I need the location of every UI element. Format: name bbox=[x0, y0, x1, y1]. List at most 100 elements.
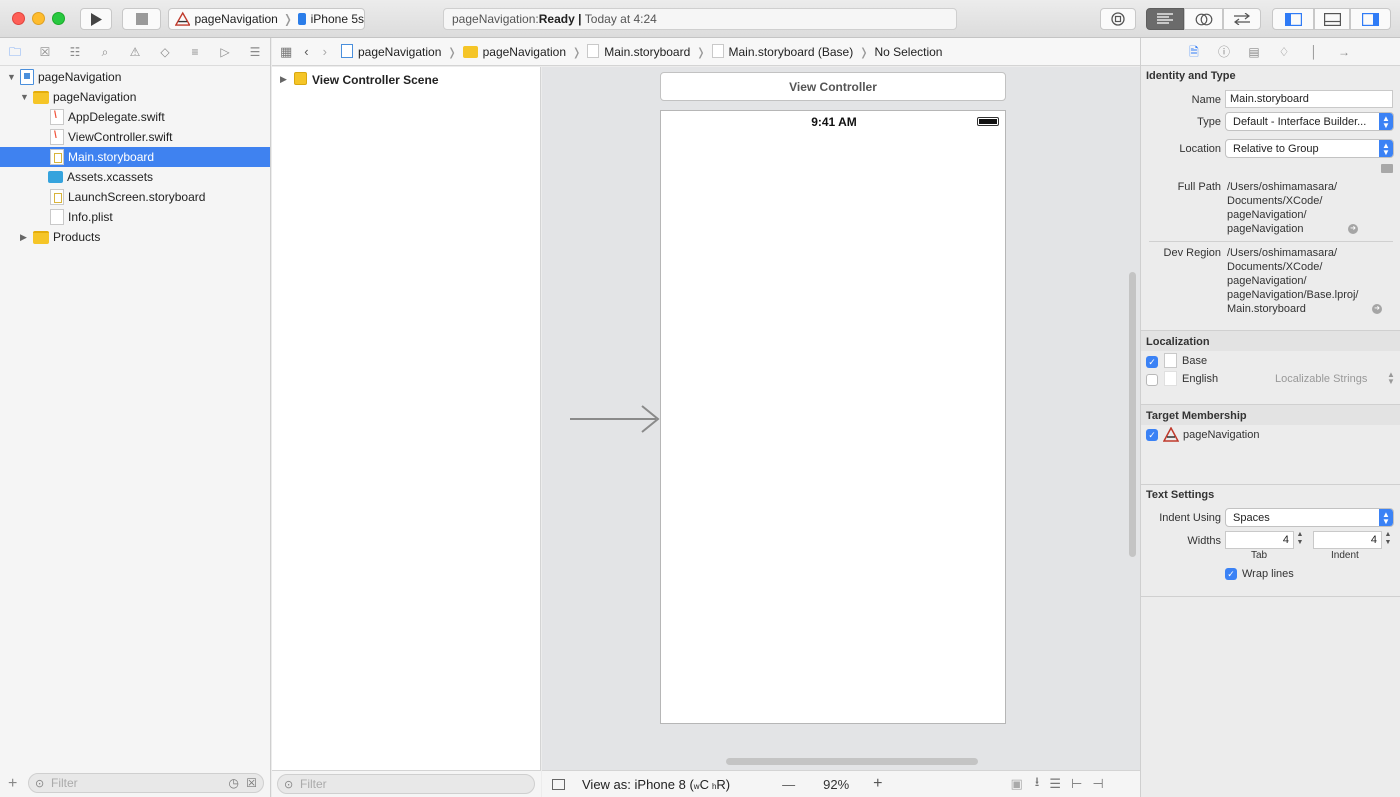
horizontal-scrollbar[interactable] bbox=[726, 758, 978, 765]
choose-folder-icon[interactable] bbox=[1381, 164, 1393, 173]
type-value: Default - Interface Builder... bbox=[1233, 115, 1367, 128]
debug-icon[interactable]: ≡ bbox=[188, 45, 202, 59]
breakpoint-icon[interactable]: ▷ bbox=[218, 45, 232, 59]
pin-icon[interactable]: ⊣ bbox=[1092, 776, 1103, 792]
status-time: Today at 4:24 bbox=[584, 12, 657, 26]
issue-icon[interactable]: ⚠ bbox=[128, 45, 142, 59]
name-field[interactable]: Main.storyboard bbox=[1225, 90, 1393, 108]
type-popup[interactable]: Default - Interface Builder... ▲ ▼ bbox=[1225, 112, 1394, 131]
indent-width-field[interactable]: 4 bbox=[1313, 531, 1382, 549]
tree-item-label: AppDelegate.swift bbox=[68, 110, 165, 124]
forward-icon[interactable]: › bbox=[323, 44, 327, 59]
update-frames-icon[interactable]: ▣ bbox=[1011, 776, 1023, 792]
stop-button[interactable] bbox=[122, 8, 161, 30]
zoom-out-button[interactable]: — bbox=[782, 777, 795, 792]
back-icon[interactable]: ‹ bbox=[304, 44, 308, 59]
close-window-button[interactable] bbox=[12, 12, 25, 25]
fullpath-value: /Users/oshimamasara/ Documents/XCode/ pa… bbox=[1227, 180, 1337, 236]
zoom-in-button[interactable]: + bbox=[873, 775, 882, 793]
toggle-inspector-button[interactable] bbox=[1350, 8, 1391, 30]
minimize-window-button[interactable] bbox=[32, 12, 45, 25]
tree-item-file[interactable]: Info.plist bbox=[0, 207, 270, 227]
disclosure-open-icon[interactable]: ▼ bbox=[7, 72, 16, 82]
related-items-icon[interactable]: ▦ bbox=[280, 44, 292, 60]
indent-using-popup[interactable]: Spaces ▲ ▼ bbox=[1225, 508, 1394, 527]
scene-title-bar[interactable]: View Controller bbox=[660, 72, 1006, 101]
library-button[interactable] bbox=[1100, 8, 1136, 30]
zoom-window-button[interactable] bbox=[52, 12, 65, 25]
vertical-scrollbar[interactable] bbox=[1129, 272, 1136, 557]
target-membership-checkbox[interactable]: ✓ bbox=[1146, 429, 1158, 441]
tree-item-label: pageNavigation bbox=[53, 90, 137, 104]
toggle-navigator-button[interactable] bbox=[1272, 8, 1314, 30]
navigator-filter[interactable]: ⊙ Filter ◷ ☒ bbox=[28, 773, 264, 793]
find-icon[interactable]: ⌕ bbox=[98, 45, 112, 59]
align-icon[interactable]: ⊢ bbox=[1071, 776, 1082, 792]
breadcrumb-item[interactable]: Main.storyboard bbox=[604, 45, 690, 59]
attributes-inspector-icon[interactable]: ♢ bbox=[1277, 45, 1291, 59]
location-value: Relative to Group bbox=[1233, 142, 1319, 155]
help-icon[interactable]: ⓘ bbox=[1217, 45, 1231, 59]
tree-item-label: Main.storyboard bbox=[68, 150, 155, 164]
identity-inspector-icon[interactable]: ▤ bbox=[1247, 45, 1261, 59]
size-inspector-icon[interactable]: │ bbox=[1307, 45, 1321, 59]
source-control-icon[interactable]: ☒ bbox=[38, 45, 52, 59]
add-icon[interactable]: + bbox=[8, 775, 17, 793]
scheme-selector[interactable]: pageNavigation ❭ iPhone 5s bbox=[168, 8, 365, 30]
disclosure-open-icon[interactable]: ▼ bbox=[20, 92, 29, 102]
reveal-in-finder-icon[interactable]: ➜ bbox=[1372, 304, 1382, 314]
wrap-lines-checkbox[interactable]: ✓ bbox=[1225, 568, 1237, 580]
folder-icon bbox=[462, 46, 478, 58]
scm-filter-icon[interactable]: ☒ bbox=[246, 776, 257, 790]
symbol-icon[interactable]: ☷ bbox=[68, 45, 82, 59]
outline-filter[interactable]: ⊙ Filter bbox=[277, 774, 535, 794]
breadcrumb-item[interactable]: Main.storyboard (Base) bbox=[729, 45, 854, 59]
version-editor-button[interactable] bbox=[1223, 8, 1261, 30]
view-as-button[interactable]: View as: iPhone 8 (wC hR) bbox=[582, 777, 730, 792]
test-icon[interactable]: ◇ bbox=[158, 45, 172, 59]
report-icon[interactable]: ☰ bbox=[248, 45, 262, 59]
tree-item-file[interactable]: LaunchScreen.storyboard bbox=[0, 187, 270, 207]
localization-english-type[interactable]: Localizable Strings bbox=[1275, 373, 1367, 385]
view-controller-view[interactable]: 9:41 AM bbox=[660, 110, 1006, 724]
breadcrumb-item[interactable]: No Selection bbox=[874, 45, 942, 59]
document-outline-toggle-icon[interactable] bbox=[552, 778, 565, 790]
tree-item-file[interactable]: Assets.xcassets bbox=[0, 167, 270, 187]
tree-item-project[interactable]: ▼ pageNavigation bbox=[0, 67, 270, 87]
app-target-icon bbox=[1163, 427, 1179, 442]
connections-inspector-icon[interactable]: → bbox=[1337, 45, 1351, 59]
tree-item-file[interactable]: AppDelegate.swift bbox=[0, 107, 270, 127]
disclosure-closed-icon[interactable]: ▶ bbox=[280, 74, 287, 85]
location-popup[interactable]: Relative to Group ▲ ▼ bbox=[1225, 139, 1394, 158]
tab-width-stepper[interactable]: ▲ ▼ bbox=[1295, 531, 1305, 549]
tree-item-file[interactable]: ViewController.swift bbox=[0, 127, 270, 147]
scene-label[interactable]: View Controller Scene bbox=[312, 73, 439, 87]
recent-clock-icon[interactable]: ◷ bbox=[229, 776, 239, 790]
chevron-right-icon: ❭ bbox=[696, 47, 706, 59]
embed-in-icon[interactable]: ⭳ bbox=[1035, 773, 1040, 795]
toggle-debug-area-button[interactable] bbox=[1314, 8, 1350, 30]
reveal-in-finder-icon[interactable]: ➜ bbox=[1348, 224, 1358, 234]
standard-editor-button[interactable] bbox=[1146, 8, 1184, 30]
localization-base-checkbox[interactable]: ✓ bbox=[1146, 356, 1158, 368]
entry-point-arrow-icon[interactable] bbox=[570, 404, 660, 434]
filter-icon: ⊙ bbox=[284, 779, 294, 791]
stack-icon[interactable]: ☰ bbox=[1049, 776, 1061, 792]
assistant-editor-button[interactable] bbox=[1184, 8, 1223, 30]
tree-item-group[interactable]: ▼ pageNavigation bbox=[0, 87, 270, 107]
run-button[interactable] bbox=[80, 8, 112, 30]
tree-item-group[interactable]: ▶ Products bbox=[0, 227, 270, 247]
indent-width-stepper[interactable]: ▲ ▼ bbox=[1383, 531, 1393, 549]
file-inspector-icon[interactable]: 🗎 bbox=[1187, 45, 1201, 59]
size-class-c: C bbox=[699, 776, 709, 792]
tab-width-field[interactable]: 4 bbox=[1225, 531, 1294, 549]
storyboard-canvas[interactable]: View Controller 9:41 AM bbox=[542, 67, 1140, 770]
breadcrumb-item[interactable]: pageNavigation bbox=[358, 45, 441, 59]
folder-icon[interactable]: 🗀 bbox=[8, 45, 22, 59]
disclosure-closed-icon[interactable]: ▶ bbox=[20, 232, 27, 243]
section-title-identity: Identity and Type bbox=[1146, 70, 1236, 82]
breadcrumb-item[interactable]: pageNavigation bbox=[483, 45, 566, 59]
tree-item-file-selected[interactable]: Main.storyboard bbox=[0, 147, 270, 167]
zoom-level[interactable]: 92% bbox=[823, 777, 849, 792]
localization-english-checkbox[interactable] bbox=[1146, 374, 1158, 386]
